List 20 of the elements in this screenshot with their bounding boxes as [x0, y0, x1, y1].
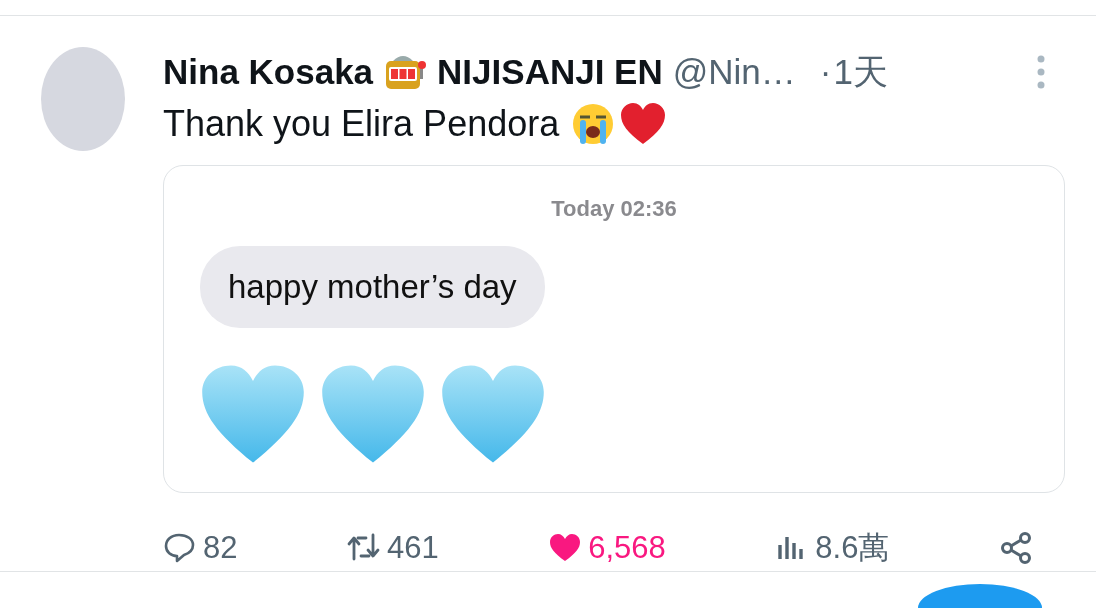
more-options-icon[interactable] — [1037, 55, 1045, 89]
user-handle[interactable]: @Nin… — [672, 52, 796, 92]
message-timestamp: Today 02:36 — [550, 196, 678, 222]
post-time[interactable]: 1天 — [833, 48, 888, 96]
separator-dot: · — [819, 52, 832, 92]
display-name[interactable]: Nina Kosaka — [163, 52, 374, 92]
share-icon — [998, 531, 1033, 565]
reply-button[interactable]: 82 — [163, 530, 238, 566]
quoted-screenshot[interactable]: Today 02:36 happy mother’s day — [163, 165, 1065, 493]
crying-face-icon — [571, 102, 616, 146]
affiliation-name[interactable]: NIJISANJI EN — [437, 52, 663, 92]
views-button[interactable]: 8.6萬 — [775, 527, 890, 569]
slot-machine-icon — [383, 53, 428, 91]
message-bubble: happy mother’s day — [200, 246, 545, 328]
reply-icon — [163, 531, 197, 565]
heart-icon — [619, 102, 668, 146]
share-button[interactable] — [998, 531, 1033, 565]
repost-button[interactable]: 461 — [347, 530, 439, 566]
post-text: Thank you Elira Pendora — [163, 103, 560, 145]
like-button[interactable]: 6,568 — [548, 530, 666, 566]
